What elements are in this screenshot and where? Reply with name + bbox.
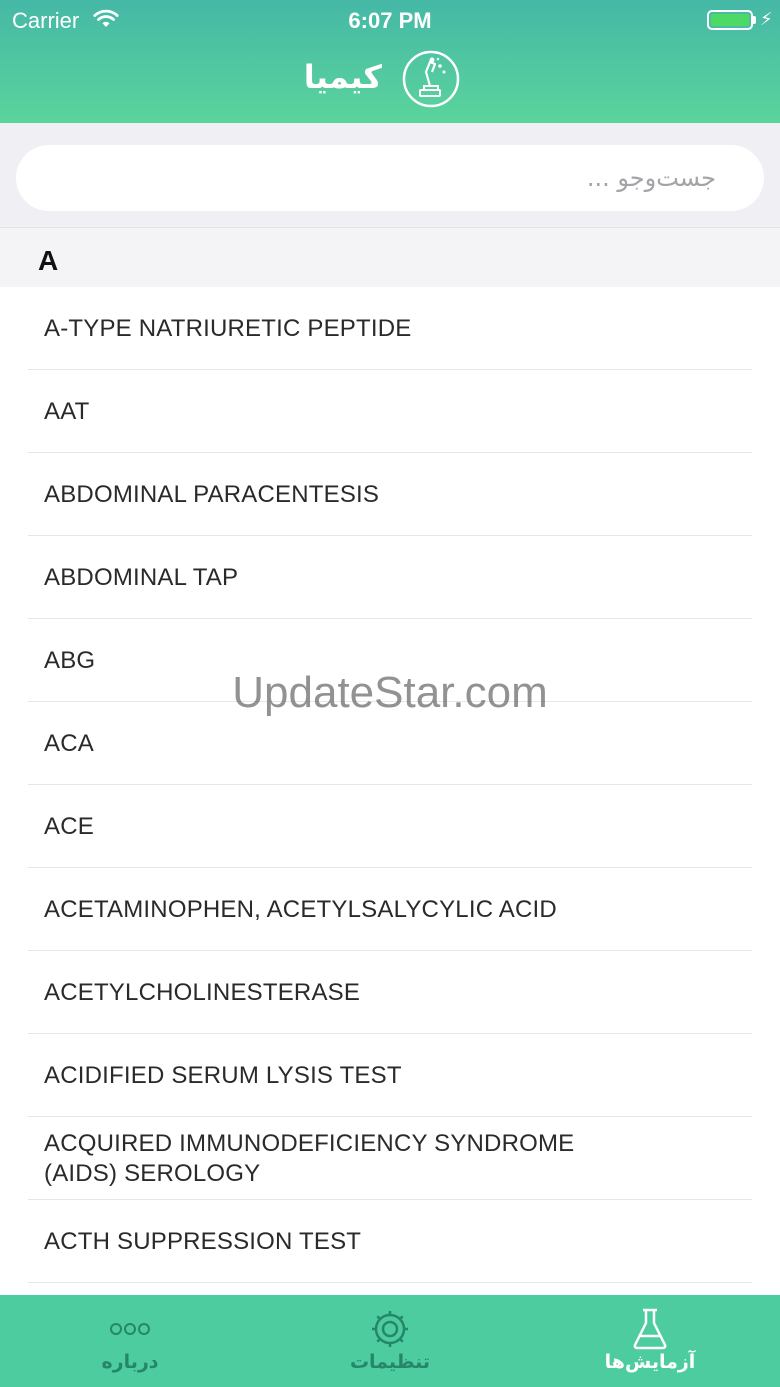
clock: 6:07 PM bbox=[348, 8, 432, 33]
section-header: A bbox=[0, 227, 780, 287]
list-item-label: ACTH SUPPRESSION TEST bbox=[44, 1227, 362, 1255]
list-item[interactable]: ACE bbox=[0, 785, 780, 868]
list-item-label: ACIDIFIED SERUM LYSIS TEST bbox=[44, 1061, 402, 1089]
list-item[interactable]: ACTH SUPPRESSION TEST bbox=[0, 1200, 780, 1283]
list-item-label: ABDOMINAL PARACENTESIS bbox=[44, 480, 380, 508]
list-item-label: ACA bbox=[44, 729, 94, 757]
list-item[interactable]: ACETYLCHOLINESTERASE bbox=[0, 951, 780, 1034]
list-item-label: A-TYPE NATRIURETIC PEPTIDE bbox=[44, 314, 412, 342]
battery-tip bbox=[753, 16, 756, 24]
list-item[interactable]: ABDOMINAL TAP bbox=[0, 536, 780, 619]
tab-about-label: درباره bbox=[101, 1351, 159, 1373]
charging-bolt-icon: ⚡ bbox=[760, 9, 773, 29]
nav-title-bar: کیمیا bbox=[0, 50, 780, 110]
list-item[interactable]: ACIDIFIED SERUM LYSIS TEST bbox=[0, 1034, 780, 1117]
page-title: کیمیا bbox=[303, 58, 382, 96]
list-item-label: ACETYLCHOLINESTERASE bbox=[44, 978, 361, 1006]
list-item[interactable]: A-TYPE NATRIURETIC PEPTIDE bbox=[0, 287, 780, 370]
microscope-logo-icon bbox=[402, 50, 460, 108]
list-item[interactable]: ACETAMINOPHEN, ACETYLSALYCYLIC ACID bbox=[0, 868, 780, 951]
search-bar-container bbox=[0, 123, 780, 227]
list-item-label: ABDOMINAL TAP bbox=[44, 563, 239, 591]
list-item[interactable]: ACA bbox=[0, 702, 780, 785]
list-item-label: ABG bbox=[44, 646, 96, 674]
tab-settings[interactable]: تنظیمات bbox=[260, 1295, 520, 1387]
tab-tests[interactable]: آزمایش‌ها bbox=[520, 1295, 780, 1387]
tab-tests-label: آزمایش‌ها bbox=[604, 1351, 696, 1373]
tests-list: A-TYPE NATRIURETIC PEPTIDE AAT ABDOMINAL… bbox=[0, 287, 780, 1295]
gear-icon bbox=[260, 1307, 520, 1351]
more-dots-icon bbox=[0, 1307, 260, 1351]
list-item[interactable]: ABG bbox=[0, 619, 780, 702]
list-item[interactable] bbox=[0, 1283, 780, 1295]
list-item[interactable]: ABDOMINAL PARACENTESIS bbox=[0, 453, 780, 536]
tab-settings-label: تنظیمات bbox=[349, 1351, 431, 1373]
list-item[interactable]: AAT bbox=[0, 370, 780, 453]
list-item-label: ACE bbox=[44, 812, 94, 840]
list-item-label: ACQUIRED IMMUNODEFICIENCY SYNDROME (AIDS… bbox=[44, 1129, 575, 1187]
app-header: Carrier 6:07 PM ⚡ کیمیا bbox=[0, 0, 780, 123]
search-input[interactable] bbox=[16, 145, 764, 211]
tab-bar: درباره تنظیمات bbox=[0, 1295, 780, 1387]
list-item-label: AAT bbox=[44, 397, 90, 425]
section-letter: A bbox=[38, 245, 59, 276]
flask-icon bbox=[520, 1307, 780, 1351]
list-item-label bbox=[44, 1283, 580, 1295]
list-item[interactable]: ACQUIRED IMMUNODEFICIENCY SYNDROME (AIDS… bbox=[0, 1117, 780, 1200]
status-bar: Carrier 6:07 PM ⚡ bbox=[0, 0, 780, 40]
tab-about[interactable]: درباره bbox=[0, 1295, 260, 1387]
list-item-label: ACETAMINOPHEN, ACETYLSALYCYLIC ACID bbox=[44, 895, 557, 923]
battery-icon bbox=[707, 10, 753, 30]
